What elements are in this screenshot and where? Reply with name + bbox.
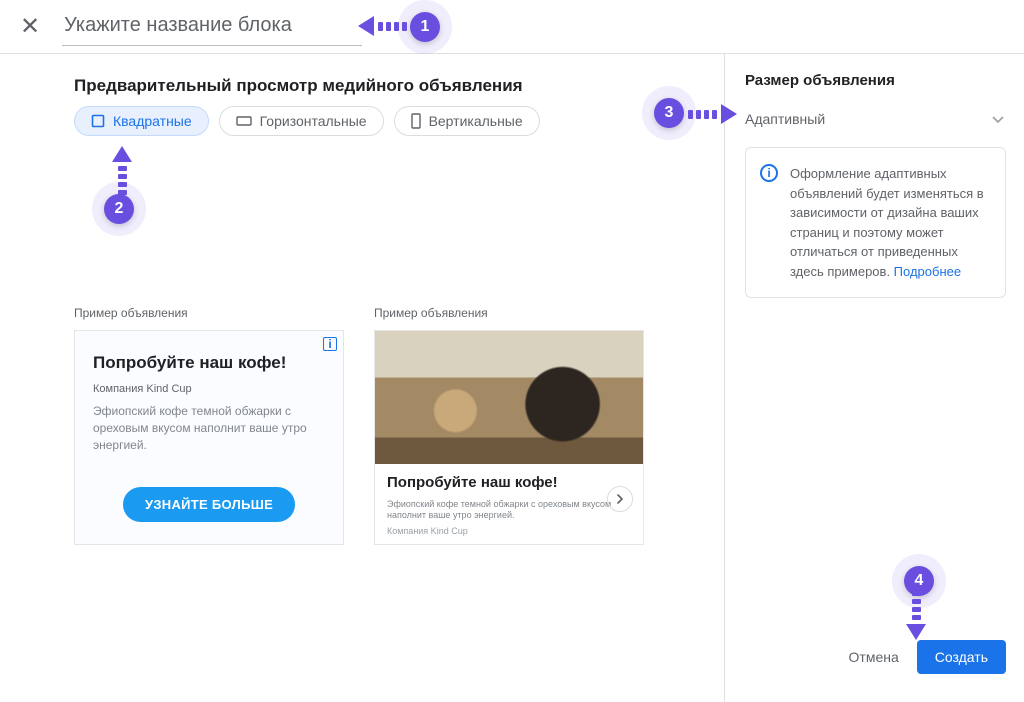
step-badge-3: 3 — [654, 98, 684, 128]
cancel-button[interactable]: Отмена — [849, 649, 899, 665]
tab-horizontal[interactable]: Горизонтальные — [219, 106, 384, 136]
dialog-actions: Отмена Создать — [745, 640, 1006, 684]
tab-square[interactable]: Квадратные — [74, 106, 209, 136]
ad-headline: Попробуйте наш кофе! — [93, 353, 325, 373]
preview-title: Предварительный просмотр медийного объяв… — [74, 76, 696, 96]
ad-card-text: i Попробуйте наш кофе! Компания Kind Cup… — [74, 330, 344, 545]
arrow-left-icon — [358, 16, 407, 36]
ad-size-select[interactable]: Адаптивный — [745, 111, 1006, 127]
ad-description: Эфиопский кофе темной обжарки с ореховым… — [93, 403, 325, 453]
create-button[interactable]: Создать — [917, 640, 1006, 674]
ad-cta-button[interactable]: УЗНАЙТЕ БОЛЬШЕ — [123, 487, 295, 522]
info-icon: i — [760, 164, 778, 182]
tab-label: Квадратные — [113, 113, 192, 129]
side-title: Размер объявления — [745, 72, 1006, 89]
horizontal-rect-icon — [236, 116, 252, 126]
arrow-up-icon — [112, 146, 132, 195]
ad-next-icon[interactable] — [607, 486, 633, 512]
dialog-body: Предварительный просмотр медийного объяв… — [0, 54, 1024, 702]
arrow-down-icon — [906, 591, 926, 640]
ad-sample-2: Пример объявления i Попробуйте наш кофе!… — [374, 306, 644, 545]
ad-sample-1: Пример объявления i Попробуйте наш кофе!… — [74, 306, 344, 545]
square-icon — [91, 114, 105, 128]
preview-pane: Предварительный просмотр медийного объяв… — [0, 54, 724, 702]
block-name-input[interactable] — [62, 8, 362, 46]
arrow-right-icon — [688, 104, 737, 124]
ad-choices-icon[interactable]: i — [323, 337, 337, 351]
ad-image — [375, 331, 643, 464]
tab-label: Вертикальные — [429, 113, 523, 129]
ad-size-value: Адаптивный — [745, 111, 825, 127]
tab-label: Горизонтальные — [260, 113, 367, 129]
ad-brand: Компания Kind Cup — [93, 383, 325, 395]
ad-content: Попробуйте наш кофе! Эфиопский кофе темн… — [375, 464, 643, 544]
chevron-down-icon — [992, 111, 1004, 127]
shape-tabs: Квадратные Горизонтальные Вертикальные — [74, 106, 696, 136]
sample-label: Пример объявления — [374, 306, 644, 320]
info-learn-more-link[interactable]: Подробнее — [894, 264, 961, 279]
settings-pane: Размер объявления Адаптивный i Оформлени… — [724, 54, 1024, 702]
ad-card-image: i Попробуйте наш кофе! Эфиопский кофе те… — [374, 330, 644, 545]
dialog-header: ✕ — [0, 0, 1024, 54]
ad-brand: Компания Kind Cup — [387, 526, 631, 536]
sample-label: Пример объявления — [74, 306, 344, 320]
info-callout: i Оформление адаптивных объявлений будет… — [745, 147, 1006, 298]
close-icon[interactable]: ✕ — [20, 12, 40, 41]
ad-samples: Пример объявления i Попробуйте наш кофе!… — [74, 306, 696, 545]
step-badge-1: 1 — [410, 12, 440, 42]
info-text: Оформление адаптивных объявлений будет и… — [790, 166, 984, 279]
vertical-rect-icon — [411, 113, 421, 129]
ad-description: Эфиопский кофе темной обжарки с ореховым… — [387, 499, 631, 522]
tab-vertical[interactable]: Вертикальные — [394, 106, 540, 136]
step-badge-2: 2 — [104, 194, 134, 224]
ad-headline: Попробуйте наш кофе! — [387, 474, 631, 491]
